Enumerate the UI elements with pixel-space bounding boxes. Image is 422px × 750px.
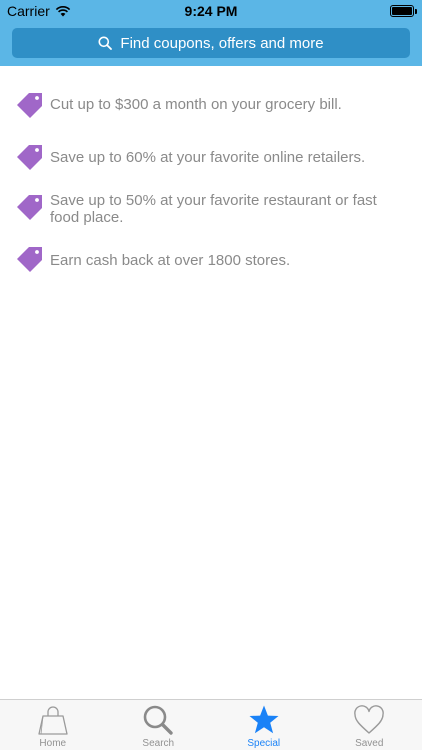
feature-text: Earn cash back at over 1800 stores. [50, 252, 291, 269]
tab-bar: Home Search Special Saved [0, 699, 422, 750]
feature-text: Save up to 50% at your favorite restaura… [50, 192, 377, 226]
status-time: 9:24 PM [184, 3, 238, 19]
tab-home-label: Home [39, 738, 67, 749]
shopping-bag-icon [38, 706, 68, 735]
search-bar[interactable]: Find coupons, offers and more [12, 28, 410, 58]
price-tag-icon [17, 247, 42, 272]
feature-text: Cut up to $300 a month on your grocery b… [50, 96, 342, 113]
battery-icon [390, 5, 417, 17]
tab-search-label: Search [142, 738, 175, 749]
tab-special-label: Special [247, 738, 281, 749]
navigation-header: Carrier 9:24 PM Find coupons, offers and… [0, 0, 422, 66]
price-tag-icon [17, 93, 42, 118]
tab-saved-label: Saved [355, 738, 384, 749]
tab-special[interactable]: Special [211, 700, 317, 750]
heart-icon [354, 705, 385, 734]
feature-text: Save up to 60% at your favorite online r… [50, 149, 366, 166]
price-tag-icon [17, 145, 42, 170]
tab-saved[interactable]: Saved [317, 700, 422, 750]
search-placeholder: Find coupons, offers and more [120, 34, 324, 52]
tab-home[interactable]: Home [0, 700, 106, 750]
search-icon [98, 36, 113, 50]
star-icon [249, 705, 279, 734]
magnifier-icon [143, 705, 173, 735]
tab-search[interactable]: Search [106, 700, 212, 750]
price-tag-icon [17, 195, 42, 220]
status-bar: Carrier 9:24 PM [0, 0, 422, 22]
